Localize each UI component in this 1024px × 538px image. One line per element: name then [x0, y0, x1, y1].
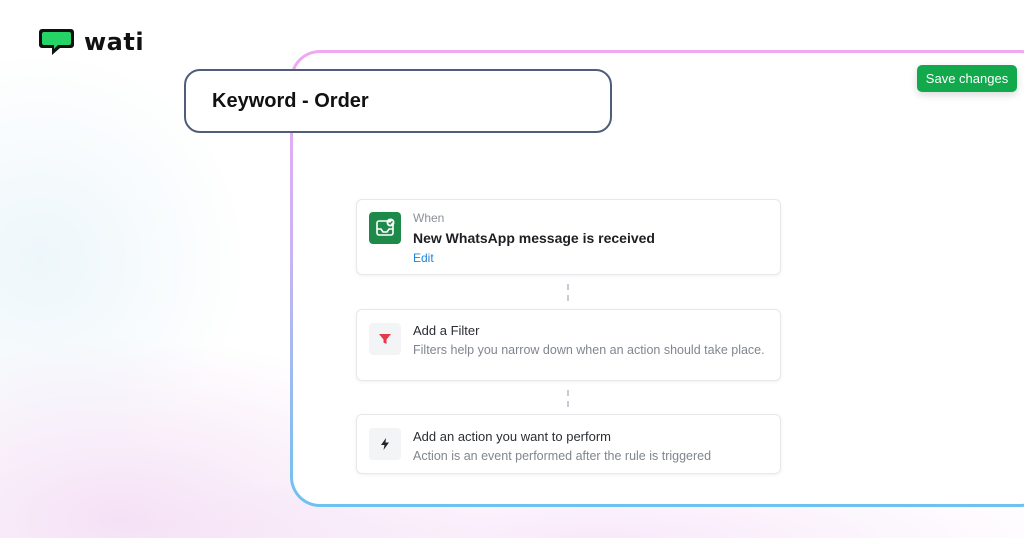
rule-title: Keyword - Order: [212, 89, 369, 112]
action-description: Action is an event performed after the r…: [413, 449, 712, 463]
lightning-icon: [369, 428, 401, 460]
save-changes-button[interactable]: Save changes: [917, 65, 1017, 92]
chat-bubble-logo-icon: [39, 29, 74, 55]
action-title: Add an action you want to perform: [413, 429, 612, 444]
trigger-card[interactable]: When New WhatsApp message is received Ed…: [356, 199, 781, 275]
action-card[interactable]: Add an action you want to perform Action…: [356, 414, 781, 474]
flow-connector: [567, 284, 569, 301]
inbox-check-icon: [369, 212, 401, 244]
filter-card[interactable]: Add a Filter Filters help you narrow dow…: [356, 309, 781, 381]
funnel-icon: [369, 323, 401, 355]
flow-connector: [567, 390, 569, 407]
trigger-title: New WhatsApp message is received: [413, 230, 655, 246]
filter-description: Filters help you narrow down when an act…: [413, 343, 765, 357]
brand-name: wati: [84, 28, 145, 56]
trigger-caption: When: [413, 211, 445, 225]
filter-title: Add a Filter: [413, 323, 480, 338]
trigger-edit-link[interactable]: Edit: [413, 251, 766, 265]
wati-logo: wati: [38, 26, 144, 58]
rule-title-card[interactable]: Keyword - Order: [184, 69, 612, 133]
